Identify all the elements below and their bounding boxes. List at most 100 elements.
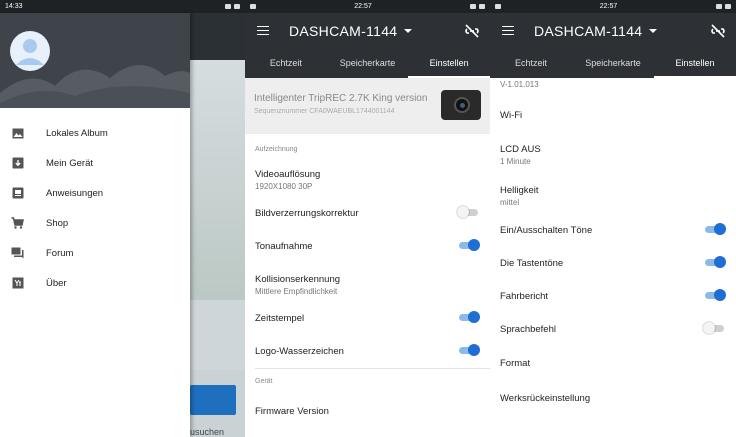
background-button-text: usuchen: [190, 427, 225, 437]
setting-value: mittel: [500, 198, 520, 207]
status-icons-left: [495, 4, 501, 9]
setting-label: Helligkeit: [500, 185, 539, 196]
setting-factory-reset[interactable]: Werksrückeinstellung: [490, 393, 736, 404]
menu-item-label: Über: [46, 277, 67, 289]
tab-speicherkarte[interactable]: Speicherkarte: [327, 48, 409, 78]
setting-label: Sprachbefehl: [500, 324, 556, 335]
chevron-down-icon[interactable]: [404, 28, 413, 33]
avatar[interactable]: [10, 31, 50, 71]
device-card[interactable]: Intelligenter TripREC 2.7K King version …: [245, 78, 490, 134]
setting-label: Videoauflösung: [255, 169, 321, 180]
user-icon: [16, 39, 44, 65]
toggle-trip-report[interactable]: [703, 289, 726, 301]
link-off-icon[interactable]: [710, 23, 726, 39]
setting-key-tones[interactable]: Die Tastentöne: [490, 256, 736, 272]
toggle-key-tones[interactable]: [703, 256, 726, 268]
setting-label: Die Tastentöne: [500, 258, 564, 269]
forum-icon: [11, 247, 24, 260]
settings-screen-bottom: 22:57 DASHCAM-1144 Echtzeit Speicherkart…: [490, 0, 736, 437]
toggle-timestamp[interactable]: [457, 311, 480, 323]
toggle-watermark[interactable]: [457, 344, 480, 356]
chevron-down-icon[interactable]: [649, 28, 658, 33]
status-icons-right: [470, 4, 485, 9]
setting-distortion-correction[interactable]: Bildverzerrungskorrektur: [245, 206, 490, 222]
tab-einstellen[interactable]: Einstellen: [654, 48, 736, 78]
tab-bar: Echtzeit Speicherkarte Einstellen: [245, 48, 490, 78]
menu-item-label: Forum: [46, 247, 74, 259]
setting-collision-detection[interactable]: Kollisionserkennung Mittlere Empfindlich…: [245, 274, 490, 296]
section-label-device: Gerät: [255, 378, 273, 385]
setting-label: Firmware Version: [255, 406, 329, 417]
tab-speicherkarte[interactable]: Speicherkarte: [572, 48, 654, 78]
instructions-icon: [11, 187, 24, 200]
status-time: 14:33: [5, 3, 23, 10]
toggle-sound[interactable]: [457, 239, 480, 251]
menu-item-local-album[interactable]: Lokales Album: [0, 118, 190, 148]
setting-logo-watermark[interactable]: Logo-Wasserzeichen: [245, 344, 490, 360]
setting-label: Format: [500, 358, 531, 369]
firmware-version-value: V-1.01.013: [500, 80, 539, 89]
status-time: 22:57: [354, 3, 372, 10]
setting-label: Werksrückeinstellung: [500, 393, 591, 404]
setting-onoff-tones[interactable]: Ein/Ausschalten Töne: [490, 223, 736, 239]
setting-value: 1 Minute: [500, 157, 531, 166]
tab-einstellen[interactable]: Einstellen: [408, 48, 490, 78]
setting-voice-command[interactable]: Sprachbefehl: [490, 322, 736, 338]
setting-timestamp[interactable]: Zeitstempel: [245, 311, 490, 327]
setting-trip-report[interactable]: Fahrbericht: [490, 289, 736, 305]
firmware-version-value-row: V-1.01.013: [490, 80, 736, 89]
setting-label: Ein/Ausschalten Töne: [500, 225, 593, 236]
image-icon: [11, 127, 24, 140]
menu-icon[interactable]: [502, 25, 514, 36]
settings-screen-top: 22:57 DASHCAM-1144 Echtzeit Speicherkart…: [245, 0, 490, 437]
menu-item-forum[interactable]: Forum: [0, 238, 190, 268]
setting-video-resolution[interactable]: Videoauflösung 1920X1080 30P: [245, 169, 490, 191]
tab-echtzeit[interactable]: Echtzeit: [490, 48, 572, 78]
menu-item-my-device[interactable]: Mein Gerät: [0, 148, 190, 178]
setting-format[interactable]: Format: [490, 358, 736, 369]
setting-label: Bildverzerrungskorrektur: [255, 208, 359, 219]
tab-echtzeit[interactable]: Echtzeit: [245, 48, 327, 78]
setting-label: Tonaufnahme: [255, 241, 313, 252]
drawer-header: [0, 13, 190, 108]
section-label-recording: Aufzeichnung: [255, 146, 298, 153]
menu-item-label: Shop: [46, 217, 69, 229]
setting-brightness[interactable]: Helligkeit mittel: [490, 185, 736, 207]
background-button: [190, 385, 236, 415]
setting-lcd-off[interactable]: LCD AUS 1 Minute: [490, 144, 736, 166]
status-icons: [225, 4, 240, 9]
menu-item-about[interactable]: Über: [0, 268, 190, 298]
device-title[interactable]: DASHCAM-1144: [534, 23, 642, 39]
app-bar: DASHCAM-1144: [490, 13, 736, 48]
setting-label: Wi-Fi: [500, 110, 523, 121]
app-bar: DASHCAM-1144: [245, 13, 490, 48]
device-title[interactable]: DASHCAM-1144: [289, 23, 397, 39]
device-icon: [11, 157, 24, 170]
menu-item-shop[interactable]: Shop: [0, 208, 190, 238]
background-app: usuchen: [190, 13, 245, 437]
setting-wifi[interactable]: Wi-Fi: [490, 110, 736, 121]
link-off-icon[interactable]: [464, 23, 480, 39]
tab-bar: Echtzeit Speicherkarte Einstellen: [490, 48, 736, 78]
cart-icon: [11, 217, 24, 230]
setting-label: Logo-Wasserzeichen: [255, 346, 344, 357]
info-icon: [11, 277, 24, 290]
setting-sound-recording[interactable]: Tonaufnahme: [245, 239, 490, 255]
status-icons-right: [716, 4, 731, 9]
setting-value: Mittlere Empfindlichkeit: [255, 287, 338, 296]
setting-firmware-version[interactable]: Firmware Version: [245, 406, 490, 417]
setting-label: Zeitstempel: [255, 313, 305, 324]
status-icons-left: [250, 4, 256, 9]
menu-icon[interactable]: [257, 25, 269, 36]
menu-item-label: Lokales Album: [46, 127, 108, 139]
menu-item-label: Mein Gerät: [46, 157, 93, 169]
drawer-screen: 14:33 usuchen Lokales Album Mein Gerät A…: [0, 0, 245, 437]
status-bar: 22:57: [490, 0, 736, 13]
menu-item-instructions[interactable]: Anweisungen: [0, 178, 190, 208]
toggle-onoff-tones[interactable]: [703, 223, 726, 235]
status-bar: 22:57: [245, 0, 490, 13]
status-time: 22:57: [599, 3, 618, 10]
toggle-distortion[interactable]: [457, 206, 480, 218]
toggle-voice-command[interactable]: [703, 322, 726, 334]
setting-label: Kollisionserkennung: [255, 274, 341, 285]
